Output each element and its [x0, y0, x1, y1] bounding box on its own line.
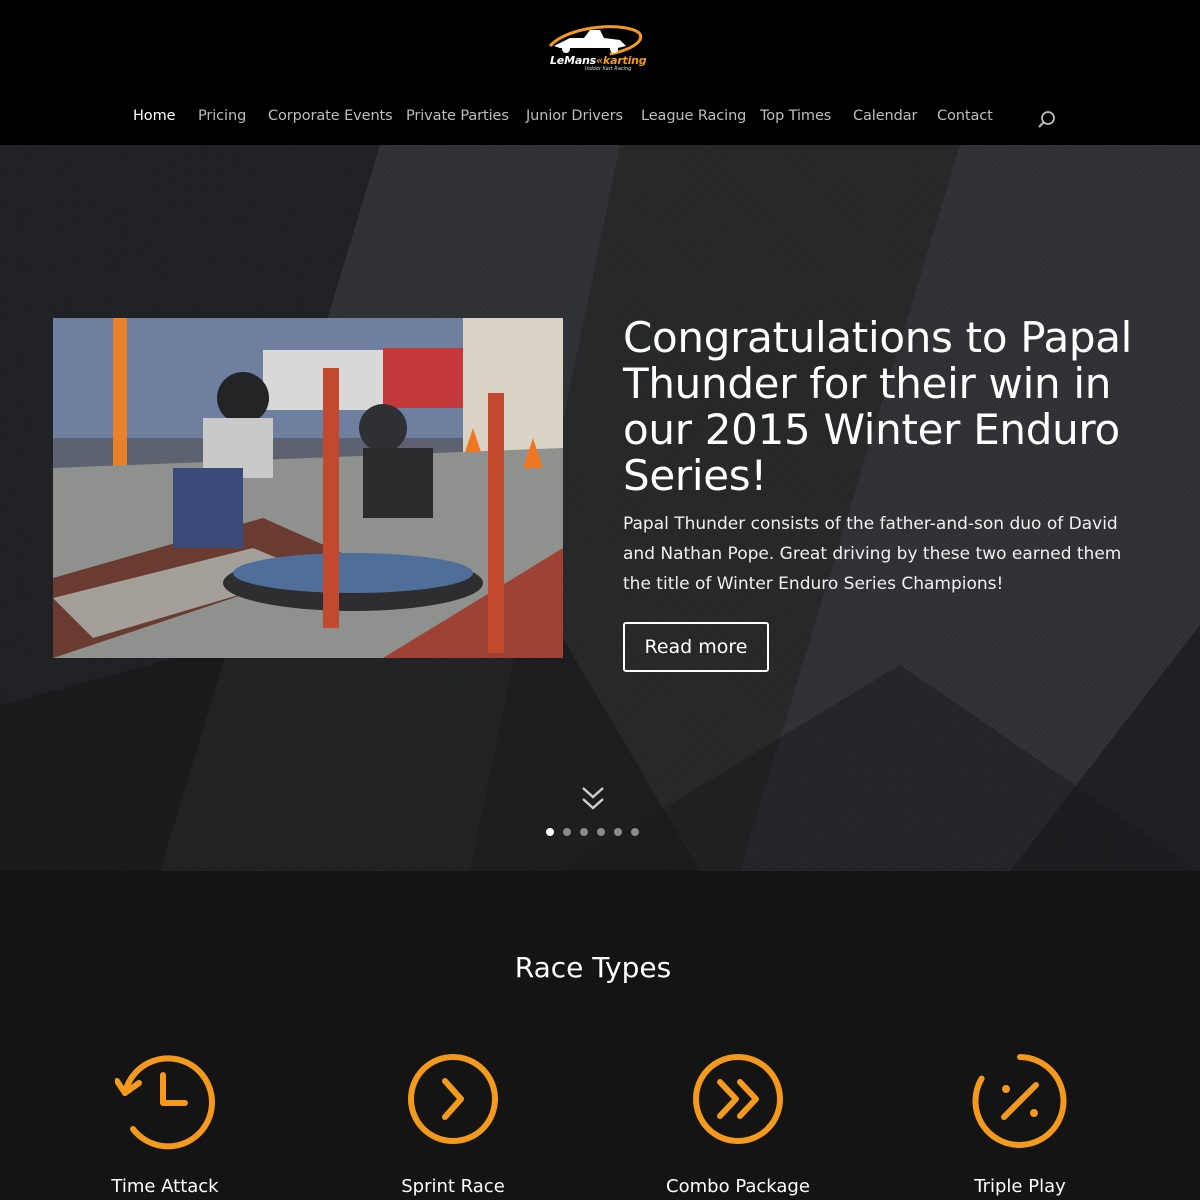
nav-item-corporate-events[interactable]: Corporate Events — [268, 108, 393, 124]
site-header: LeMans«karting Indoor Kart Racing Home P… — [0, 0, 1200, 145]
nav-item-home[interactable]: Home — [133, 108, 176, 124]
nav-item-top-times[interactable]: Top Times — [760, 108, 831, 124]
slider-dot[interactable] — [563, 828, 571, 836]
chevron-right-circle-icon — [408, 1054, 498, 1144]
nav-item-private-parties[interactable]: Private Parties — [406, 108, 509, 124]
race-type-sprint-race[interactable]: Sprint Race — [338, 1051, 568, 1200]
slide-description: Papal Thunder consists of the father-and… — [623, 514, 1122, 594]
slider-dot[interactable] — [546, 828, 554, 836]
slider-dot[interactable] — [580, 828, 588, 836]
race-type-label: Combo Package — [666, 1176, 810, 1197]
race-type-label: Triple Play — [974, 1176, 1066, 1197]
logo-subtitle: Indoor Kart Racing — [585, 66, 632, 72]
nav-item-contact[interactable]: Contact — [937, 108, 993, 124]
slider-pagination — [546, 828, 639, 836]
search-icon[interactable] — [1037, 110, 1057, 130]
race-type-time-attack[interactable]: Time Attack — [50, 1051, 280, 1200]
slide-title: Congratulations to Papal Thunder for the… — [623, 313, 1133, 500]
slide-photo-kart-drivers — [53, 318, 563, 658]
read-more-button[interactable]: Read more — [623, 622, 769, 672]
double-chevron-down-icon[interactable] — [580, 785, 606, 813]
nav-item-calendar[interactable]: Calendar — [853, 108, 918, 124]
race-type-label: Time Attack — [111, 1176, 219, 1197]
nav-item-league-racing[interactable]: League Racing — [641, 108, 746, 124]
nav-item-pricing[interactable]: Pricing — [198, 108, 246, 124]
hero-slider: Congratulations to Papal Thunder for the… — [0, 145, 1200, 871]
nav-item-junior-drivers[interactable]: Junior Drivers — [526, 108, 623, 124]
race-type-combo-package[interactable]: Combo Package — [623, 1051, 853, 1200]
race-type-triple-play[interactable]: Triple Play — [905, 1051, 1135, 1200]
percent-circle-icon — [972, 1054, 1067, 1148]
race-type-label: Sprint Race — [401, 1176, 505, 1197]
slider-dot[interactable] — [614, 828, 622, 836]
double-chevron-right-circle-icon — [693, 1054, 783, 1144]
race-types-section: Race Types Time Attack Sprint Race Combo… — [0, 871, 1200, 1200]
main-nav: Home Pricing Corporate Events Private Pa… — [0, 108, 1200, 130]
slider-dot[interactable] — [631, 828, 639, 836]
slider-dot[interactable] — [597, 828, 605, 836]
history-clock-icon — [115, 1055, 215, 1150]
section-title: Race Types — [514, 951, 672, 984]
